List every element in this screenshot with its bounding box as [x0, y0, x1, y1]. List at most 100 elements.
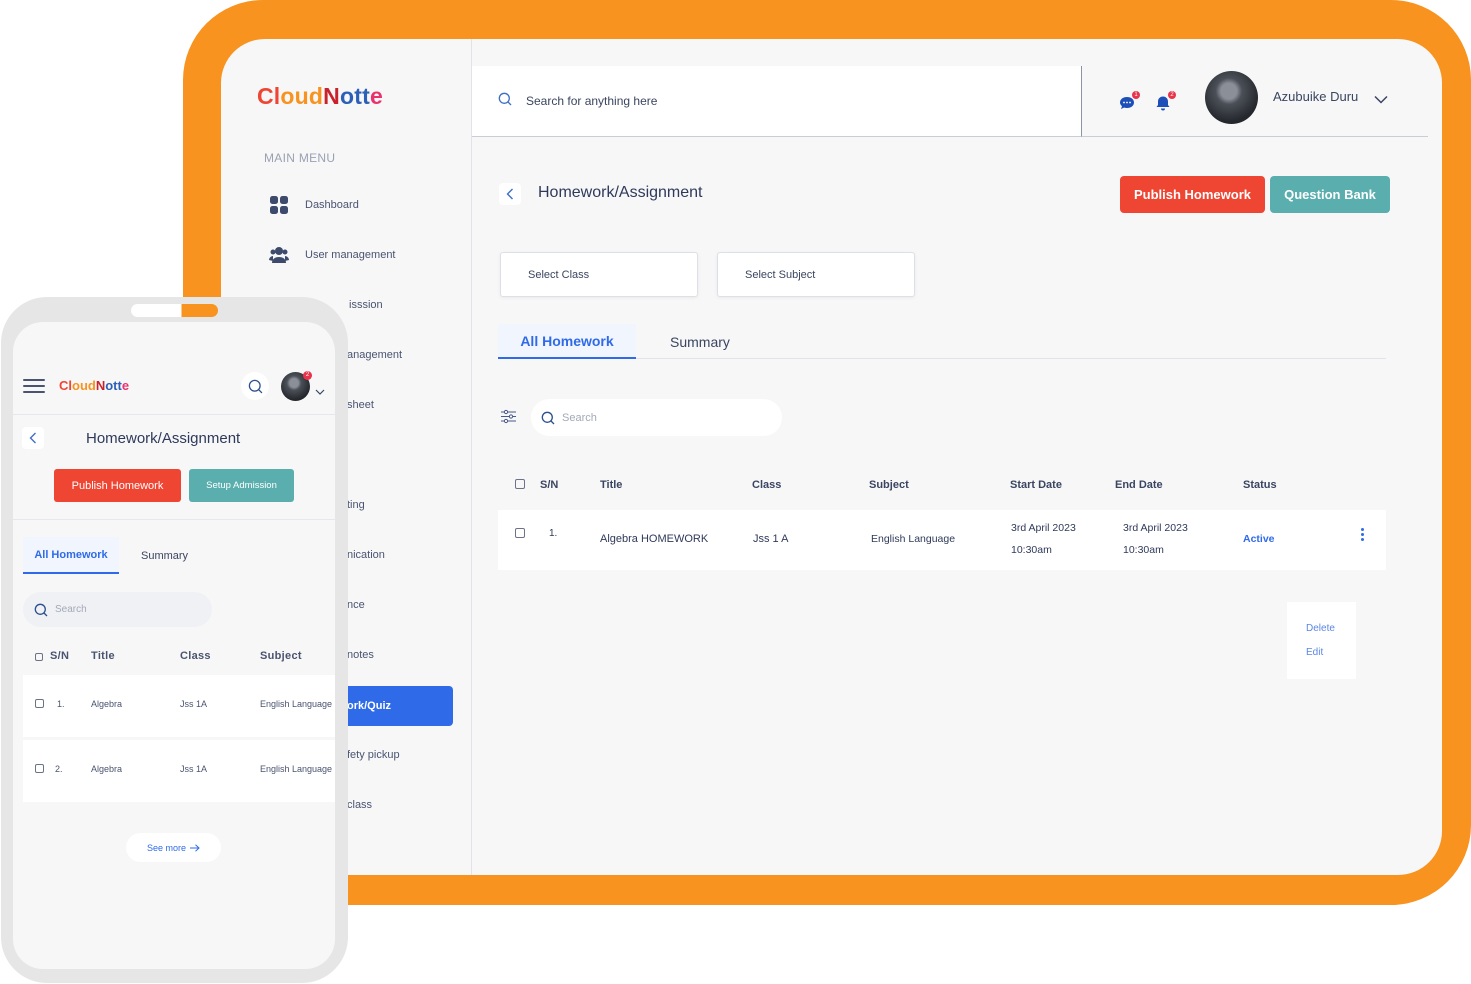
sidebar-item-label: nce — [347, 599, 365, 611]
search-icon — [498, 92, 512, 111]
tab-summary[interactable]: Summary — [670, 324, 730, 359]
row-end-time: 10:30am — [1123, 544, 1164, 556]
row-class: Jss 1A — [180, 699, 208, 709]
back-button[interactable] — [499, 183, 521, 205]
tablet-screen: CloudNotte MAIN MENU Dashboard User mana… — [221, 39, 1442, 875]
cloudnotte-logo[interactable]: CloudNotte — [257, 83, 383, 110]
chevron-left-icon — [506, 188, 513, 200]
row-checkbox[interactable] — [35, 764, 44, 773]
mockup-stage: CloudNotte MAIN MENU Dashboard User mana… — [0, 0, 1471, 984]
column-subject: Subject — [260, 650, 302, 662]
mobile-search-button[interactable] — [241, 372, 269, 400]
search-icon — [34, 603, 48, 616]
sidebar-item-label: sheet — [347, 399, 374, 411]
grid-icon — [257, 195, 305, 215]
sidebar-item-label: notes — [347, 649, 374, 661]
column-end-date: End Date — [1115, 479, 1163, 491]
sidebar-item-label: class — [347, 799, 373, 811]
question-bank-button[interactable]: Question Bank — [1270, 176, 1390, 213]
avatar-badge: 2 — [303, 371, 312, 380]
row-start-time: 10:30am — [1011, 544, 1052, 556]
global-search-bar[interactable]: Search for anything here — [472, 66, 1082, 137]
sidebar-item-label: ork/Quiz — [347, 700, 392, 712]
row-sn: 1. — [549, 528, 558, 539]
row-sn: 1. — [57, 699, 65, 709]
row-subject: English Language — [871, 533, 956, 545]
mobile-search-input[interactable]: Search — [23, 592, 212, 627]
notifications-button[interactable]: 2 — [1155, 91, 1176, 111]
mobile-publish-homework-button[interactable]: Publish Homework — [54, 469, 181, 502]
row-subject: English Language — [260, 699, 333, 709]
table-search-input[interactable]: Search — [531, 399, 782, 436]
chevron-down-icon[interactable] — [315, 382, 325, 400]
sidebar-item-user-management[interactable]: User management — [257, 236, 453, 274]
row-sn: 2. — [55, 764, 63, 774]
sidebar-item-label: User management — [305, 249, 396, 261]
chevron-down-icon[interactable] — [1374, 91, 1388, 109]
row-checkbox[interactable] — [515, 528, 525, 538]
sidebar-item-dashboard[interactable]: Dashboard — [257, 186, 453, 224]
edit-menu-item[interactable]: Edit — [1306, 647, 1323, 658]
divider — [13, 519, 335, 520]
mobile-tab-all-homework[interactable]: All Homework — [23, 537, 119, 574]
row-end-date: 3rd April 2023 — [1123, 522, 1188, 534]
select-class-dropdown[interactable]: Select Class — [500, 252, 698, 297]
sidebar-item-label: anagement — [347, 349, 403, 361]
row-title: Algebra — [91, 699, 123, 709]
select-subject-dropdown[interactable]: Select Subject — [717, 252, 915, 297]
mobile-cloudnotte-logo[interactable]: CloudNotte — [59, 378, 129, 393]
topbar-user-area: 1 2 Azubuike Duru — [1082, 66, 1428, 137]
page-title: Homework/Assignment — [538, 184, 703, 201]
table-header: S/N Title Class Subject Start Date End D… — [498, 468, 1386, 508]
publish-homework-button[interactable]: Publish Homework — [1120, 176, 1265, 213]
row-actions-menu: Delete Edit — [1287, 602, 1356, 679]
hamburger-menu-icon[interactable] — [23, 379, 45, 393]
user-name: Azubuike Duru — [1273, 89, 1359, 104]
row-checkbox[interactable] — [35, 699, 44, 708]
column-subject: Subject — [869, 479, 909, 491]
phone-notch — [131, 304, 218, 317]
column-status: Status — [1243, 479, 1277, 491]
mobile-tab-summary[interactable]: Summary — [141, 537, 188, 574]
arrow-right-icon — [190, 843, 200, 852]
row-subject: English Language — [260, 764, 333, 774]
mobile-table-header: S/N Title Class Subject — [23, 647, 335, 667]
select-all-checkbox[interactable] — [515, 479, 525, 489]
mobile-table-row[interactable]: 2. Algebra Jss 1A English Language — [23, 740, 335, 802]
main-menu-heading: MAIN MENU — [264, 151, 336, 165]
sidebar-item-label: ting — [347, 499, 365, 511]
mobile-page-title: Homework/Assignment — [86, 430, 241, 447]
mobile-table-row[interactable]: 1. Algebra Jss 1A English Language — [23, 675, 335, 737]
tab-all-homework[interactable]: All Homework — [498, 324, 636, 359]
column-sn: S/N — [50, 650, 70, 662]
mobile-setup-admission-button[interactable]: Setup Admission — [189, 469, 294, 502]
column-title: Title — [91, 650, 115, 662]
delete-menu-item[interactable]: Delete — [1306, 623, 1335, 634]
row-start-date: 3rd April 2023 — [1011, 522, 1076, 534]
global-search-input[interactable]: Search for anything here — [526, 94, 657, 108]
filter-icon[interactable] — [500, 409, 517, 429]
homework-tabs: All Homework Summary — [498, 324, 1386, 359]
messages-badge: 1 — [1132, 91, 1140, 99]
sidebar-item-label: fety pickup — [347, 749, 400, 761]
user-avatar[interactable] — [1205, 71, 1258, 124]
table-row[interactable]: 1. Algebra HOMEWORK Jss 1 A English Lang… — [498, 510, 1386, 570]
select-all-checkbox[interactable] — [35, 653, 43, 661]
mobile-user-avatar[interactable]: 2 — [281, 371, 312, 401]
messages-button[interactable]: 1 — [1119, 91, 1140, 111]
mobile-header: CloudNotte 2 — [13, 322, 335, 415]
mobile-back-button[interactable] — [22, 427, 44, 449]
users-icon — [257, 246, 305, 264]
sidebar-item-label: nication — [347, 549, 385, 561]
column-class: Class — [180, 650, 211, 662]
row-class: Jss 1 A — [753, 533, 789, 545]
column-class: Class — [752, 479, 782, 491]
column-title: Title — [600, 479, 623, 491]
row-class: Jss 1A — [180, 764, 208, 774]
notifications-badge: 2 — [1168, 91, 1176, 99]
sidebar-item-label: Dashboard — [305, 199, 359, 211]
more-options-icon[interactable] — [1361, 528, 1365, 543]
see-more-button[interactable]: See more — [126, 833, 221, 862]
sidebar-item-label: isssion — [349, 299, 383, 311]
row-title: Algebra HOMEWORK — [600, 533, 709, 545]
